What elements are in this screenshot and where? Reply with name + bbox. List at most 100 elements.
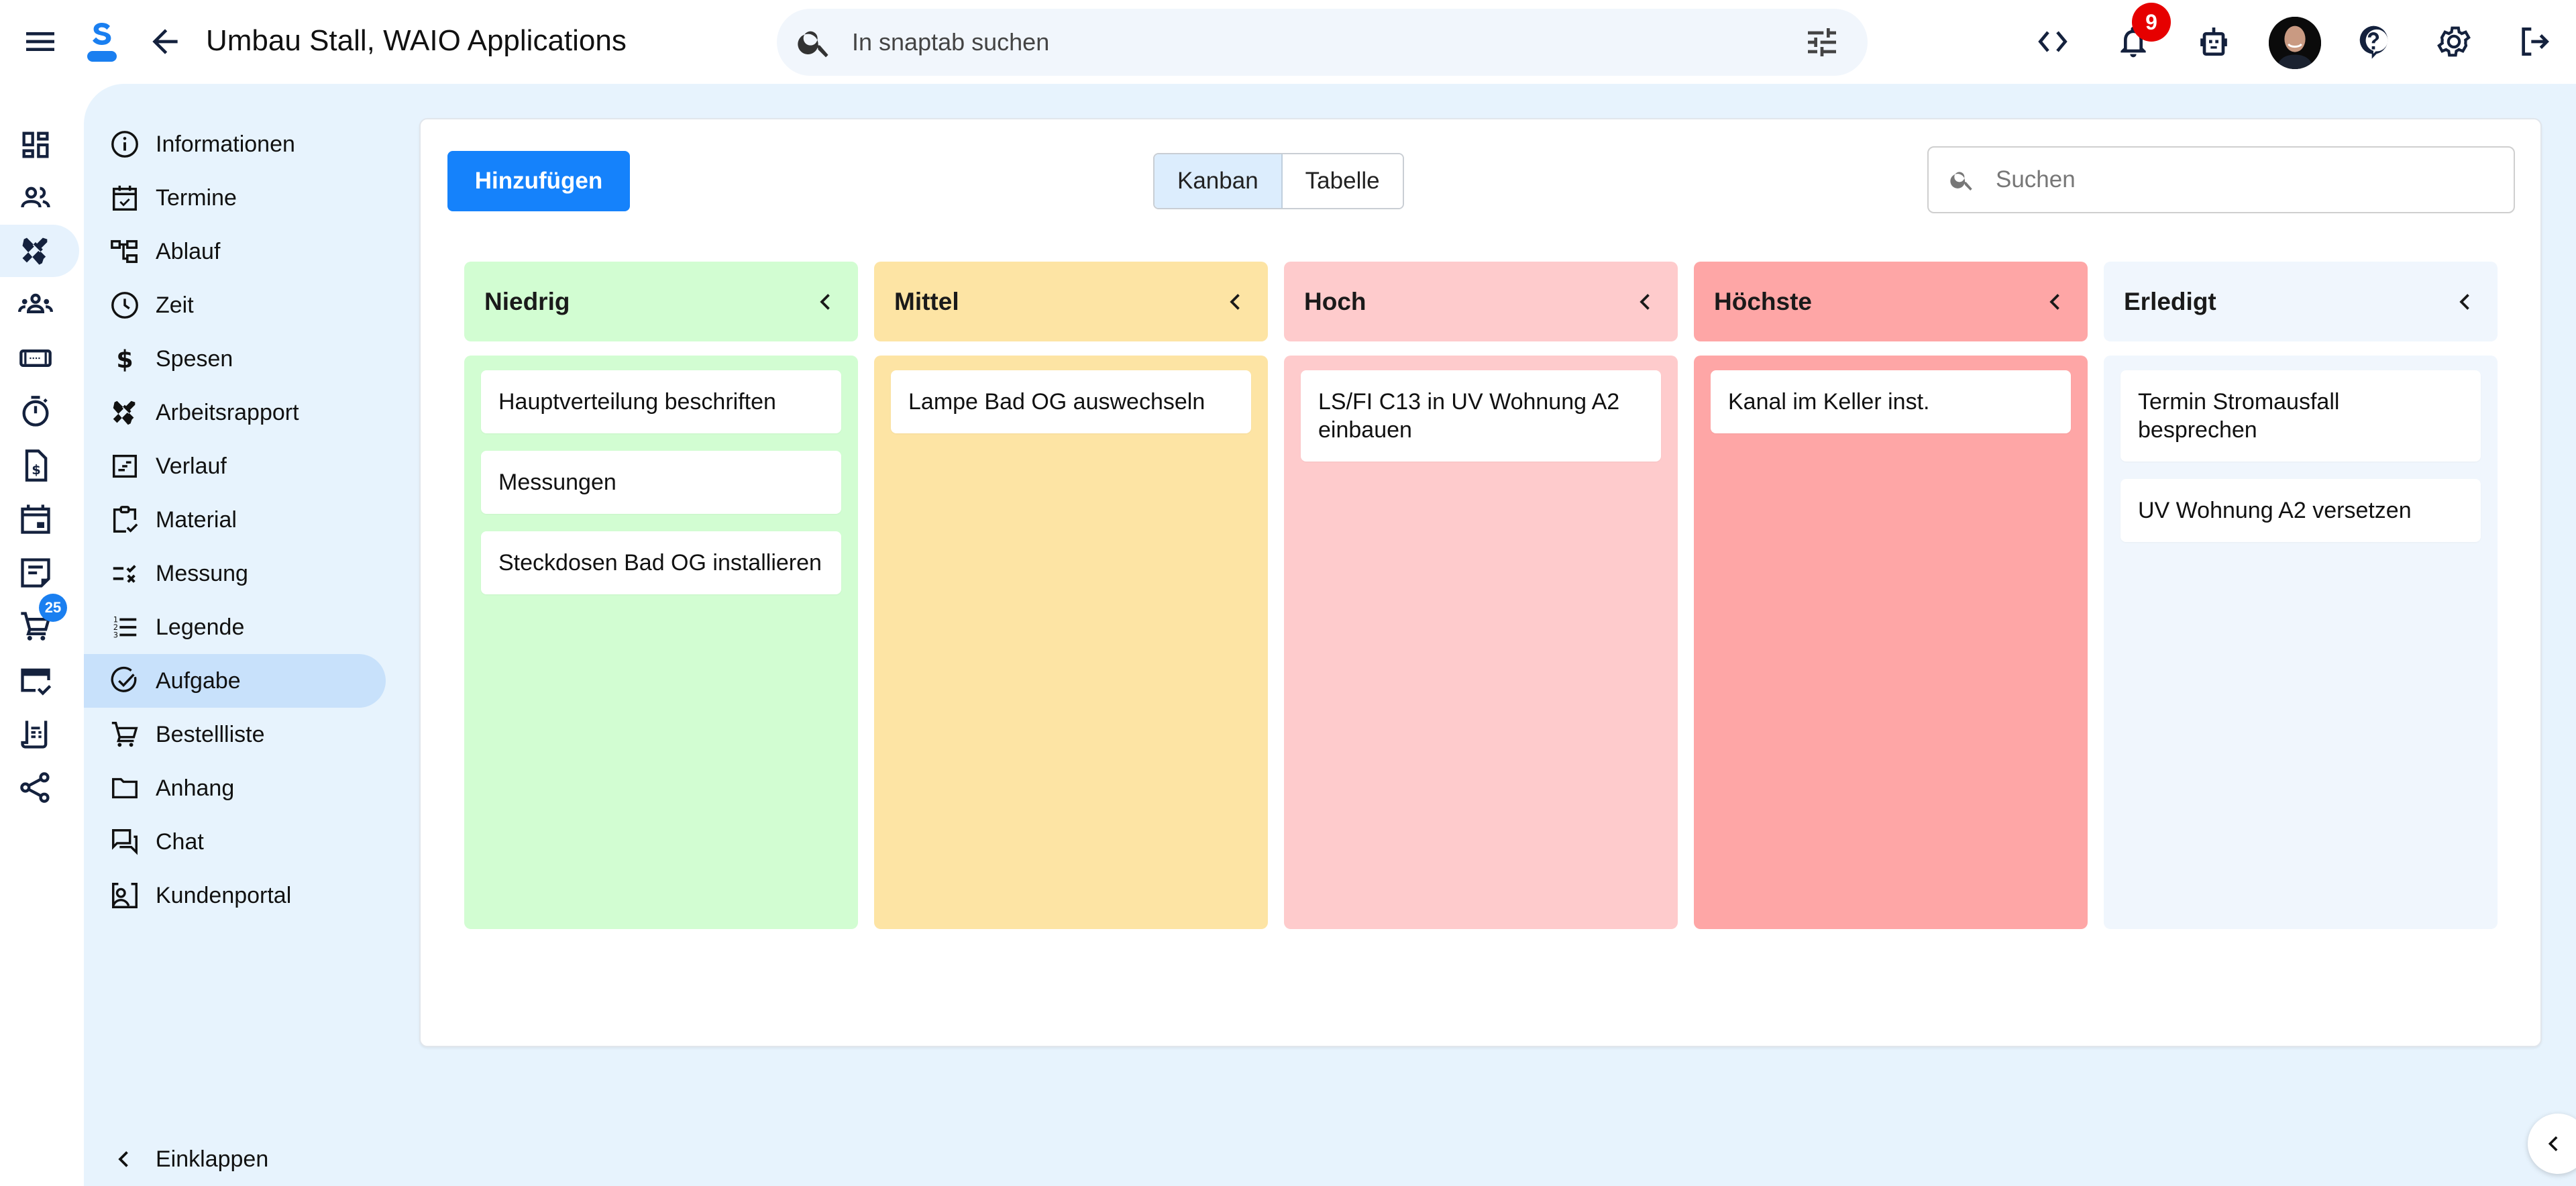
measurement-icon (113, 565, 136, 583)
rail-item-timer[interactable] (0, 386, 79, 438)
column-body: Lampe Bad OG auswechseln (874, 356, 1268, 929)
icon-rail: $ 25 (0, 84, 84, 1186)
nav-item-messung[interactable]: Messung (84, 547, 386, 600)
user-avatar[interactable] (2269, 17, 2321, 69)
rail-item-payments[interactable] (0, 654, 79, 706)
nav-item-legende[interactable]: 123 Legende (84, 600, 386, 654)
search-icon (798, 31, 828, 58)
assistant-button[interactable] (2192, 20, 2235, 63)
rail-item-cart[interactable]: 25 (0, 594, 79, 653)
rail-item-calendar[interactable] (0, 493, 79, 545)
nav-item-kundenportal[interactable]: Kundenportal (84, 869, 386, 922)
code-button[interactable] (2031, 20, 2074, 63)
nav-item-aufgabe[interactable]: Aufgabe (84, 654, 386, 708)
svg-text:$: $ (32, 462, 41, 478)
invoice-icon: $ (25, 449, 48, 482)
filter-settings-icon[interactable] (1803, 23, 1841, 61)
rail-item-tickets[interactable] (0, 332, 79, 384)
kanban-column: Hoch LS/FI C13 in UV Wohnung A2 einbauen (1284, 262, 1678, 929)
nav-item-zeit[interactable]: Zeit (84, 278, 386, 332)
settings-button[interactable] (2432, 20, 2475, 63)
tools-icon (113, 400, 136, 425)
kanban-column: Erledigt Termin Stromausfall besprechen UV… (2104, 262, 2498, 929)
note-icon (21, 558, 50, 588)
logout-icon (2522, 28, 2549, 56)
page-title: Umbau Stall, WAIO Applications (206, 24, 627, 57)
portal-icon (112, 883, 138, 908)
add-task-button[interactable]: Hinzufügen (447, 151, 630, 211)
cart-count-badge: 25 (39, 594, 67, 622)
view-kanban-button[interactable]: Kanban (1155, 154, 1283, 208)
user-photo (2269, 17, 2321, 69)
timer-icon (22, 396, 49, 427)
task-card[interactable]: Termin Stromausfall besprechen (2121, 370, 2481, 462)
nav-item-chat[interactable]: Chat (84, 815, 386, 869)
back-button[interactable] (144, 20, 186, 63)
robot-icon (2200, 28, 2227, 56)
kanban-column: Niedrig Hauptverteilung beschriften Messun… (464, 262, 858, 929)
task-check-icon (111, 666, 137, 692)
nav-item-informationen[interactable]: Informationen (84, 117, 386, 171)
column-title: Höchste (1714, 287, 1812, 315)
rail-item-invoices[interactable]: $ (0, 439, 79, 492)
task-card[interactable]: Lampe Bad OG auswechseln (891, 370, 1251, 433)
task-card[interactable]: Hauptverteilung beschriften (481, 370, 841, 433)
task-search-input[interactable] (1996, 166, 2514, 193)
rail-item-receipts[interactable] (0, 708, 79, 760)
nav-item-anhang[interactable]: Anhang (84, 761, 386, 815)
rail-item-dashboard[interactable] (0, 119, 79, 171)
help-icon (2359, 25, 2388, 59)
nav-item-termine[interactable]: Termine (84, 171, 386, 225)
column-header: Hoch (1284, 262, 1678, 341)
notification-count-badge: 9 (2132, 3, 2171, 42)
kanban-board: Niedrig Hauptverteilung beschriften Messun… (464, 262, 2498, 929)
nav-item-material[interactable]: Material (84, 493, 386, 547)
rail-item-notes[interactable] (0, 547, 79, 599)
share-icon (20, 772, 50, 803)
collapse-sidebar-button[interactable]: Einklappen (84, 1132, 386, 1186)
hamburger-menu-icon (26, 32, 54, 51)
view-table-button[interactable]: Tabelle (1282, 154, 1403, 208)
task-card[interactable]: LS/FI C13 in UV Wohnung A2 einbauen (1301, 370, 1661, 462)
logout-button[interactable] (2513, 20, 2556, 63)
expand-side-panel-button[interactable] (2528, 1114, 2576, 1174)
task-card[interactable]: UV Wohnung A2 versetzen (2121, 479, 2481, 542)
column-header: Höchste (1694, 262, 2088, 341)
calendar-icon (21, 504, 50, 534)
content-area: Informationen Termine Ablauf Zeit $ Spes… (84, 84, 2576, 1186)
chevron-left-icon[interactable] (1633, 290, 1658, 314)
task-card[interactable]: Messungen (481, 451, 841, 514)
chevron-left-icon[interactable] (1224, 290, 1248, 314)
kanban-column: Höchste Kanal im Keller inst. (1694, 262, 2088, 929)
dashboard-icon (22, 131, 49, 158)
chevron-left-icon[interactable] (2453, 290, 2477, 314)
cart-icon (111, 722, 138, 747)
nav-item-spesen[interactable]: $ Spesen (84, 332, 386, 386)
nav-item-bestellliste[interactable]: Bestellliste (84, 708, 386, 761)
help-button[interactable] (2352, 20, 2395, 63)
payment-check-icon (21, 668, 52, 696)
info-icon (111, 131, 138, 158)
nav-item-ablauf[interactable]: Ablauf (84, 225, 386, 278)
snaptab-logo[interactable] (83, 17, 121, 66)
tasks-panel: Hinzufügen Kanban Tabelle Niedrig Hauptve… (419, 118, 2542, 1047)
rail-item-team[interactable] (0, 278, 79, 331)
nav-item-verlauf[interactable]: Verlauf (84, 439, 386, 493)
global-search-input[interactable] (852, 28, 1803, 56)
receipt-icon (21, 720, 48, 749)
chat-icon (112, 829, 138, 855)
nav-item-arbeitsrapport[interactable]: Arbeitsrapport (84, 386, 386, 439)
rail-item-contacts[interactable] (0, 172, 79, 225)
task-card[interactable]: Kanal im Keller inst. (1711, 370, 2071, 433)
task-card[interactable]: Steckdosen Bad OG installieren (481, 531, 841, 594)
chevron-left-icon[interactable] (814, 290, 838, 314)
rail-item-share[interactable] (0, 761, 79, 814)
rail-item-tools[interactable] (0, 225, 79, 277)
column-body: Hauptverteilung beschriften Messungen Stec… (464, 356, 858, 929)
clock-icon (111, 292, 138, 319)
tools-icon (22, 237, 48, 265)
menu-button[interactable] (19, 20, 62, 63)
flow-icon (111, 239, 138, 264)
numbered-list-icon: 123 (113, 614, 137, 639)
chevron-left-icon[interactable] (2043, 290, 2068, 314)
